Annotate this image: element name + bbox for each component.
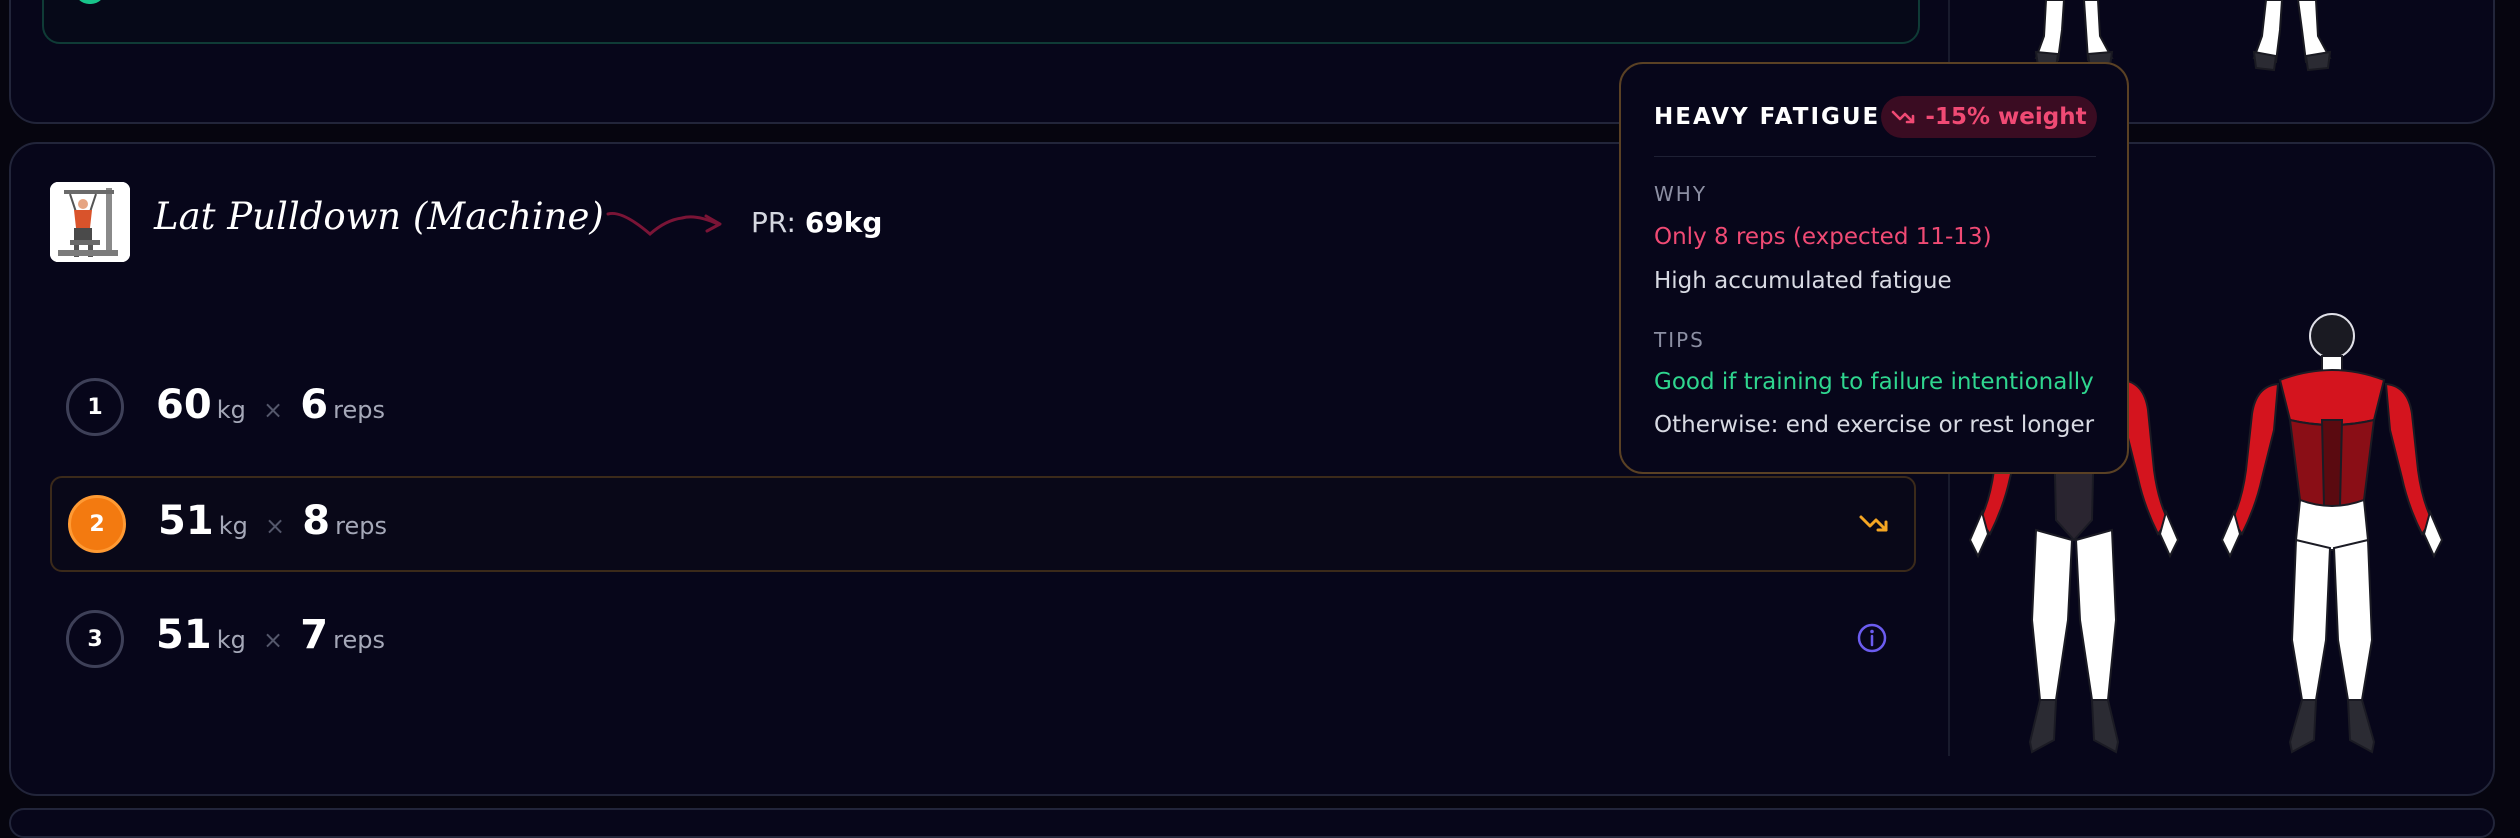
weight-adjust-badge: -15% weight (1881, 96, 2097, 138)
why-item: High accumulated fatigue (1654, 268, 1952, 294)
set-row[interactable]: 3 51 kg × 7 reps (50, 592, 1916, 688)
fatigue-tooltip: HEAVY FATIGUE -15% weight WHY Only 8 rep… (1619, 62, 2129, 474)
tip-item: Good if training to failure intentionall… (1654, 369, 2094, 395)
next-exercise-card (9, 808, 2495, 838)
tips-label: TIPS (1654, 328, 1705, 352)
trend-down-icon[interactable] (1858, 512, 1890, 536)
set-reps-unit: reps (333, 396, 385, 424)
set-weight-unit: kg (218, 512, 248, 540)
set-number-badge[interactable]: 3 (66, 610, 124, 668)
why-label: WHY (1654, 182, 1708, 206)
set-reps-unit: reps (333, 626, 385, 654)
pr-label: PR: (751, 206, 796, 239)
tooltip-separator (1654, 156, 2096, 157)
info-icon[interactable] (1856, 622, 1888, 654)
set-row-active[interactable]: 2 51 kg × 8 reps (50, 476, 1916, 572)
set-weight-unit: kg (216, 626, 246, 654)
set-reps[interactable]: 7 (300, 612, 328, 658)
times-symbol: × (263, 626, 284, 654)
exercise-title[interactable]: Lat Pulldown (Machine) (154, 195, 604, 238)
previous-muscle-map (2034, 0, 2332, 72)
set-weight[interactable]: 60 (156, 382, 212, 428)
set-number-badge[interactable]: 2 (68, 495, 126, 553)
set-reps-unit: reps (335, 512, 387, 540)
times-symbol: × (263, 396, 284, 424)
set-reps[interactable]: 6 (300, 382, 328, 428)
why-item: Only 8 reps (expected 11-13) (1654, 224, 1992, 250)
set-weight[interactable]: 51 (156, 612, 212, 658)
trend-down-icon (1892, 110, 1915, 124)
back-body-figure (2220, 313, 2444, 754)
exercise-thumbnail[interactable] (50, 182, 130, 262)
set-weight-unit: kg (216, 396, 246, 424)
tooltip-title: HEAVY FATIGUE (1654, 104, 1881, 130)
weight-adjust-text: -15% weight (1925, 104, 2087, 130)
set-values: 51 kg × 8 reps (158, 498, 387, 544)
personal-record: PR: 69kg (751, 206, 882, 239)
previous-set-row[interactable] (42, 0, 1920, 44)
set-weight[interactable]: 51 (158, 498, 214, 544)
set-values: 51 kg × 7 reps (156, 612, 385, 658)
pr-value: 69kg (804, 206, 883, 239)
set-reps[interactable]: 8 (302, 498, 330, 544)
set-number-badge[interactable]: 1 (66, 378, 124, 436)
tip-item: Otherwise: end exercise or rest longer (1654, 412, 2095, 438)
trend-down-arrow-icon (606, 211, 722, 236)
times-symbol: × (265, 512, 286, 540)
set-values: 60 kg × 6 reps (156, 382, 385, 428)
